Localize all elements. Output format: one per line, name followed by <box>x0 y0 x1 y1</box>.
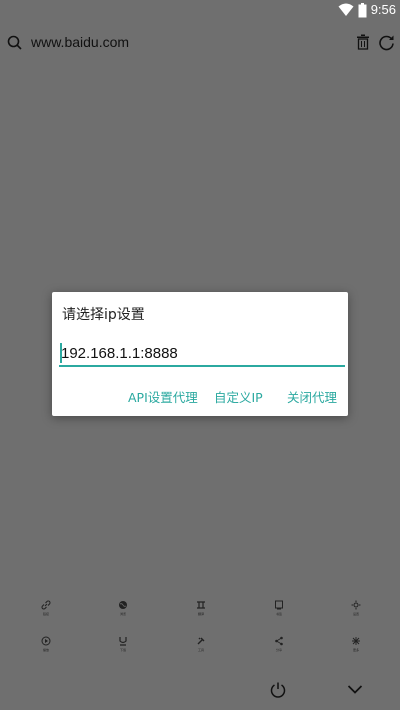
tool-translate-label: 翻译 <box>197 612 204 616</box>
status-time: 9:56 <box>370 2 396 17</box>
tool-link-label: 链接 <box>42 612 49 616</box>
download-icon <box>119 637 127 646</box>
trash-icon[interactable] <box>357 34 369 50</box>
tool-play-label: 播放 <box>42 648 49 652</box>
tool-play[interactable]: 播放 <box>34 636 58 660</box>
status-bar: 9:56 <box>0 0 400 22</box>
settings-icon <box>351 600 361 610</box>
tool-link[interactable]: 链接 <box>34 600 58 624</box>
play-icon <box>41 636 51 646</box>
power-icon[interactable] <box>269 681 287 699</box>
globe-icon <box>119 601 127 609</box>
tool-tools[interactable]: 工具 <box>189 636 213 660</box>
tool-globe-label: 浏览 <box>119 612 126 616</box>
translate-icon <box>197 601 205 609</box>
text-cursor <box>60 343 62 363</box>
share-icon <box>275 636 283 646</box>
tool-bookmark[interactable]: 书签 <box>267 600 291 624</box>
tool-translate[interactable]: 翻译 <box>189 600 213 624</box>
tool-more-label: 更多 <box>352 648 359 652</box>
wifi-icon <box>338 3 354 16</box>
url-bar: www.baidu.com <box>0 28 400 58</box>
close-proxy-button[interactable]: 关闭代理 <box>287 387 337 406</box>
ip-input[interactable] <box>59 341 345 367</box>
tool-bookmark-label: 书签 <box>275 612 282 616</box>
tools-icon <box>197 637 205 645</box>
api-proxy-button[interactable]: API设置代理 <box>128 387 198 406</box>
battery-icon <box>358 2 367 17</box>
chevron-down-icon[interactable] <box>347 684 363 695</box>
tool-globe[interactable]: 浏览 <box>111 600 135 624</box>
tool-share-label: 分享 <box>275 648 282 652</box>
refresh-icon[interactable] <box>378 34 395 51</box>
search-icon[interactable] <box>7 35 23 51</box>
tool-settings-label: 设置 <box>352 612 359 616</box>
link-icon <box>41 600 51 610</box>
tool-download[interactable]: 下载 <box>111 636 135 660</box>
url-text[interactable]: www.baidu.com <box>31 34 129 50</box>
more-icon <box>352 637 360 645</box>
tool-share[interactable]: 分享 <box>267 636 291 660</box>
tool-more[interactable]: 更多 <box>344 636 368 660</box>
tool-download-label: 下载 <box>119 648 126 652</box>
tool-tools-label: 工具 <box>197 648 204 652</box>
toolbar-row-2: 播放 下载 工具 分享 更多 <box>0 636 400 676</box>
tool-settings[interactable]: 设置 <box>344 600 368 624</box>
toolbar-row-1: 链接 浏览 翻译 书签 设置 <box>0 600 400 640</box>
bookmark-icon <box>275 600 283 610</box>
dialog-title: 请选择ip设置 <box>62 307 145 323</box>
status-icons: 9:56 <box>338 2 396 18</box>
ip-settings-dialog: 请选择ip设置 API设置代理 自定义IP 关闭代理 <box>52 292 348 416</box>
custom-ip-button[interactable]: 自定义IP <box>214 387 263 406</box>
